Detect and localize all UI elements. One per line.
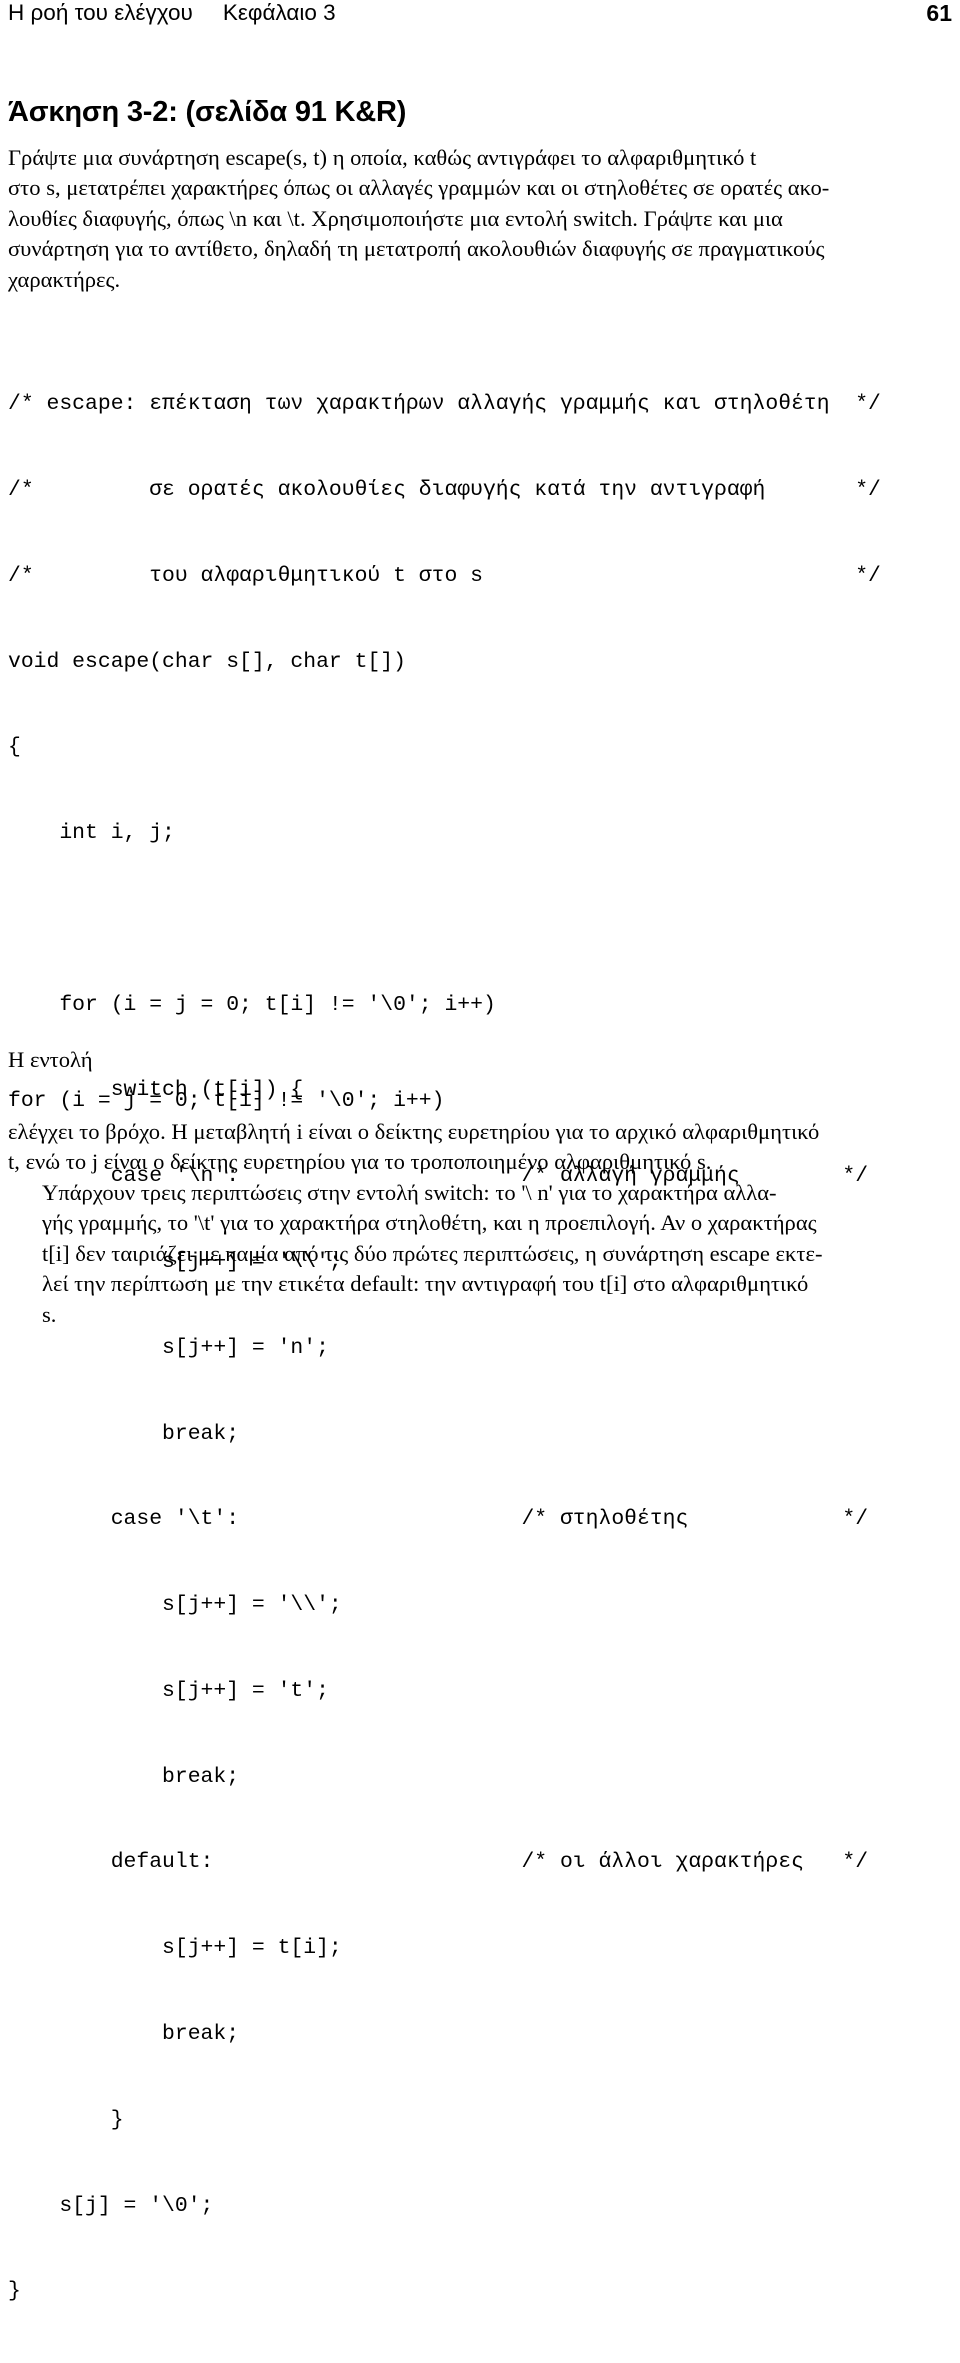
code-line: break; — [8, 1764, 240, 1789]
paragraph-line: ελέγχει το βρόχο. Η μεταβλητή i είναι ο … — [8, 1119, 820, 1144]
code-line: default: /* οι άλλοι χαρακτήρες */ — [8, 1850, 869, 1875]
paragraph-line: χαρακτήρες. — [8, 266, 121, 292]
paragraph-line: t[i] δεν ταιριάζει με καμία από τις δύο … — [42, 1240, 823, 1266]
code-line: /* escape: επέκταση των χαρακτήρων αλλαγ… — [8, 392, 881, 417]
mid-code-line: for (i = j = 0; t[i] != '\0'; i++) — [8, 1089, 445, 1113]
code-line: s[j++] = 'n'; — [8, 1335, 329, 1360]
page-number: 61 — [926, 0, 952, 26]
paragraph-line: λεί την περίπτωση με την ετικέτα default… — [42, 1271, 809, 1297]
intro-paragraph: Γράψτε μια συνάρτηση escape(s, t) η οποί… — [8, 143, 952, 295]
code-line: /* σε ορατές ακολουθίες διαφυγής κατά τη… — [8, 477, 881, 502]
paragraph-line: στο s, μετατρέπει χαρακτήρες όπως οι αλλ… — [8, 175, 830, 201]
exercise-title: Άσκηση 3-2: (σελίδα 91 K&R) — [8, 96, 407, 128]
code-line: int i, j; — [8, 821, 175, 846]
running-head-section-title: Η ροή του ελέγχου — [8, 0, 193, 25]
code-line: for (i = j = 0; t[i] != '\0'; i++) — [8, 992, 496, 1017]
code-line: } — [8, 2279, 21, 2304]
mid-text-label: Η εντολή — [8, 1047, 93, 1072]
code-line: s[j++] = '\\'; — [8, 1593, 342, 1618]
paragraph-line: Υπάρχουν τρεις περιπτώσεις στην εντολή s… — [42, 1180, 777, 1205]
document-page: Η ροή του ελέγχου Κεφάλαιο 3 61 Άσκηση 3… — [0, 0, 960, 2303]
paragraph-line: γής γραμμής, το '\t' για το χαρακτήρα στ… — [42, 1210, 817, 1236]
code-line: s[j] = '\0'; — [8, 2193, 214, 2218]
code-line: case '\t': /* στηλοθέτης */ — [8, 1507, 869, 1532]
code-line: break; — [8, 2022, 240, 2047]
paragraph-line: λουθίες διαφυγής, όπως \n και \t. Χρησιμ… — [8, 205, 783, 231]
code-line: } — [8, 2107, 124, 2132]
code-line: s[j++] = t[i]; — [8, 1936, 342, 1961]
tail-paragraph-2: Υπάρχουν τρεις περιπτώσεις στην εντολή s… — [8, 1178, 952, 1330]
running-head: Η ροή του ελέγχου Κεφάλαιο 3 61 — [8, 0, 952, 34]
paragraph-line: Γράψτε μια συνάρτηση escape(s, t) η οποί… — [8, 145, 757, 170]
code-line: { — [8, 735, 21, 760]
running-head-left: Η ροή του ελέγχου Κεφάλαιο 3 — [8, 0, 336, 26]
code-line: s[j++] = 't'; — [8, 1678, 329, 1703]
paragraph-line: συνάρτηση για το αντίθετο, δηλαδή τη μετ… — [8, 236, 825, 262]
paragraph-line: t, ενώ το j είναι ο δείκτης ευρετηρίου γ… — [8, 1149, 712, 1175]
tail-paragraph-1: ελέγχει το βρόχο. Η μεταβλητή i είναι ο … — [8, 1117, 952, 1178]
code-line: void escape(char s[], char t[]) — [8, 649, 406, 674]
code-line: /* του αλφαριθμητικού t στο s */ — [8, 563, 881, 588]
code-listing: /* escape: επέκταση των χαρακτήρων αλλαγ… — [8, 333, 952, 2363]
running-head-chapter: Κεφάλαιο 3 — [222, 0, 336, 25]
paragraph-line: s. — [42, 1301, 57, 1327]
code-line: break; — [8, 1421, 240, 1446]
